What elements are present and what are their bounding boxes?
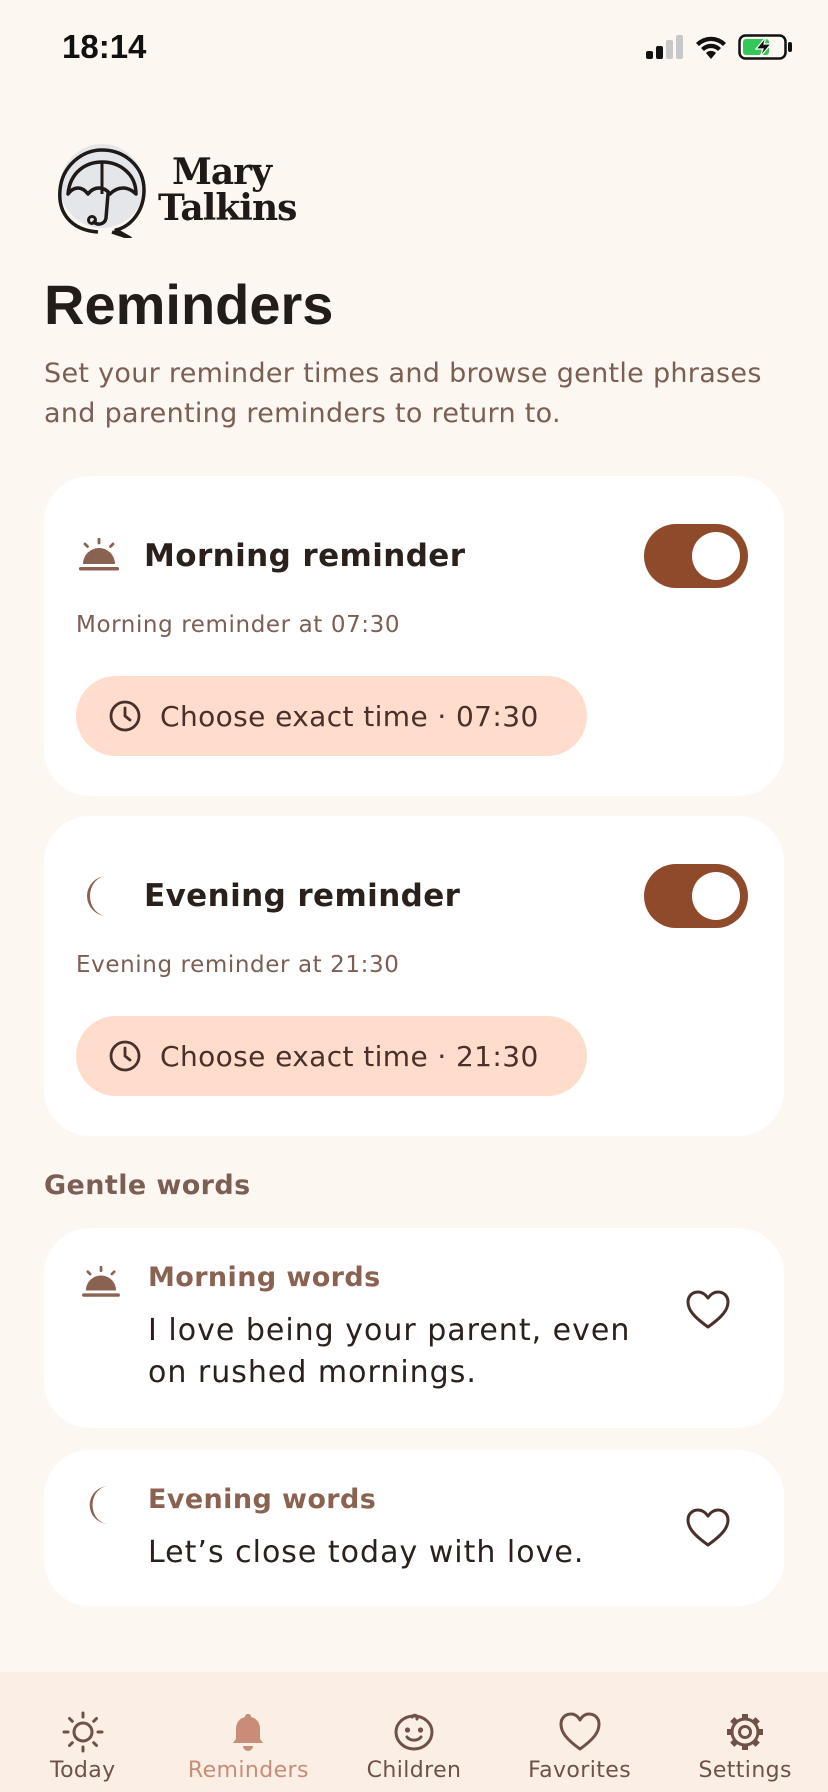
gear-icon [727,1714,764,1750]
reminder-description: Morning reminder at 07:30 [76,612,401,638]
reminder-description: Evening reminder at 21:30 [76,952,400,978]
gentle-words-heading: Gentle words [44,1170,251,1201]
clock-icon [109,1040,141,1072]
words-title: Evening words [148,1484,377,1515]
tab-label: Favorites [528,1758,632,1783]
choose-evening-time-button[interactable]: Choose exact time · 21:30 [76,1016,587,1096]
sunrise-icon [76,533,122,579]
choose-morning-time-button[interactable]: Choose exact time · 07:30 [76,676,587,756]
reminder-header: Morning reminder [76,516,748,596]
baby-face-icon [394,1713,434,1751]
moon-icon [78,1482,124,1528]
heart-icon [559,1712,601,1751]
tab-reminders[interactable]: Reminders [166,1672,332,1792]
morning-reminder-card: Morning reminder Morning reminder at 07:… [44,476,784,796]
evening-reminder-toggle[interactable] [644,864,748,928]
brand-logo: Mary Talkins [52,142,297,238]
brand-name-line1: Mary [172,151,272,193]
reminder-title: Morning reminder [144,538,466,574]
reminder-title: Evening reminder [144,878,461,914]
status-time: 18:14 [62,28,147,65]
heart-icon [686,1508,730,1547]
evening-words-card: Evening words Let’s close today with lov… [44,1450,784,1606]
status-bar: 18:14 [0,0,828,100]
wifi-icon [696,36,726,59]
tab-label: Settings [698,1758,792,1783]
heart-icon [686,1290,730,1329]
page-title: Reminders [44,273,334,336]
bell-icon [233,1714,264,1751]
bottom-tab-bar: Today Reminders Children Favorites Setti… [0,1672,828,1792]
battery-charging-icon [738,34,792,60]
morning-words-card: Morning words I love being your parent, … [44,1228,784,1428]
page-subtitle: Set your reminder times and browse gentl… [44,358,762,429]
tab-label: Children [366,1758,462,1783]
words-text: Let’s close today with love. [148,1535,585,1570]
time-button-label: Choose exact time · 21:30 [160,1039,539,1073]
toggle-knob [692,872,740,920]
tab-favorites[interactable]: Favorites [497,1672,663,1792]
moon-icon [76,873,122,919]
words-title: Morning words [148,1262,381,1293]
brand-name: Mary Talkins [158,151,297,229]
reminder-header: Evening reminder [76,856,748,936]
favorite-heart-button[interactable] [684,1286,732,1334]
tab-settings[interactable]: Settings [662,1672,828,1792]
tab-children[interactable]: Children [331,1672,497,1792]
words-text: I love being your parent, even on rushed… [148,1313,631,1390]
umbrella-logo-icon [58,144,146,238]
status-icons [644,34,794,60]
tab-label: Today [49,1758,116,1783]
sunrise-icon [78,1260,124,1306]
morning-reminder-toggle[interactable] [644,524,748,588]
time-button-label: Choose exact time · 07:30 [160,699,539,733]
brand-name-line2: Talkins [158,187,297,229]
favorite-heart-button[interactable] [684,1504,732,1552]
evening-reminder-card: Evening reminder Evening reminder at 21:… [44,816,784,1136]
clock-icon [109,700,141,732]
tab-label: Reminders [187,1758,309,1783]
sun-icon [62,1711,104,1753]
cellular-signal-icon [646,35,683,59]
tab-today[interactable]: Today [0,1672,166,1792]
toggle-knob [692,532,740,580]
